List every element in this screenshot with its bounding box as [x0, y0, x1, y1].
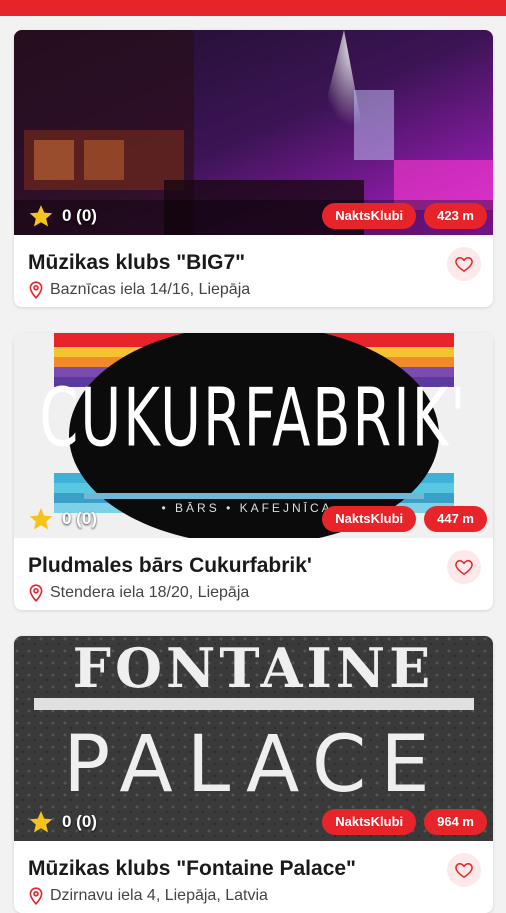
- heart-outline-icon: [455, 256, 473, 272]
- venue-address: Dzirnavu iela 4, Liepāja, Latvia: [28, 887, 479, 905]
- distance-badge: 447 m: [424, 506, 487, 532]
- logo-text: CUKURFABRIK': [39, 370, 468, 465]
- category-badge: NaktsKlubi: [322, 809, 417, 835]
- star-icon: [29, 508, 53, 530]
- rating-value: 0 (0): [62, 509, 97, 528]
- location-pin-icon: [29, 584, 43, 602]
- venue-title[interactable]: Pludmales bārs Cukurfabrik': [28, 554, 438, 578]
- venue-title[interactable]: Mūzikas klubs "Fontaine Palace": [28, 857, 438, 881]
- rating: 0 (0): [28, 809, 97, 835]
- rating: 0 (0): [28, 506, 97, 532]
- venue-title[interactable]: Mūzikas klubs "BIG7": [28, 251, 438, 275]
- venue-card[interactable]: CUKURFABRIK' • BĀRS • KAFEJNĪCA • 0 (0) …: [14, 333, 493, 610]
- address-text: Baznīcas iela 14/16, Liepāja: [50, 281, 251, 298]
- rating-value: 0 (0): [62, 206, 97, 225]
- favorite-button[interactable]: [447, 247, 481, 281]
- star-icon: [29, 811, 53, 833]
- venue-address: Stendera iela 18/20, Liepāja: [28, 584, 479, 602]
- venue-card[interactable]: 0 (0) NaktsKlubi 423 m Mūzikas klubs "BI…: [14, 30, 493, 307]
- star-icon: [29, 205, 53, 227]
- rating-value: 0 (0): [62, 812, 97, 831]
- category-badge: NaktsKlubi: [322, 203, 417, 229]
- distance-badge: 423 m: [424, 203, 487, 229]
- top-app-bar: [0, 0, 506, 16]
- rating: 0 (0): [28, 203, 97, 229]
- logo-line2: PALACE: [63, 720, 444, 810]
- favorite-button[interactable]: [447, 853, 481, 887]
- logo-line1: FONTAINE: [72, 636, 435, 700]
- heart-outline-icon: [455, 862, 473, 878]
- category-badge: NaktsKlubi: [322, 506, 417, 532]
- venue-photo[interactable]: CUKURFABRIK' • BĀRS • KAFEJNĪCA • 0 (0) …: [14, 333, 493, 538]
- venue-card[interactable]: FONTAINE PALACE 0 (0) NaktsKlubi 964 m M…: [14, 636, 493, 913]
- venue-address: Baznīcas iela 14/16, Liepāja: [28, 281, 479, 299]
- favorite-button[interactable]: [447, 550, 481, 584]
- distance-badge: 964 m: [424, 809, 487, 835]
- address-text: Stendera iela 18/20, Liepāja: [50, 584, 250, 601]
- venue-photo[interactable]: 0 (0) NaktsKlubi 423 m: [14, 30, 493, 235]
- address-text: Dzirnavu iela 4, Liepāja, Latvia: [50, 887, 268, 904]
- venue-photo[interactable]: FONTAINE PALACE 0 (0) NaktsKlubi 964 m: [14, 636, 493, 841]
- location-pin-icon: [29, 281, 43, 299]
- heart-outline-icon: [455, 559, 473, 575]
- location-pin-icon: [29, 887, 43, 905]
